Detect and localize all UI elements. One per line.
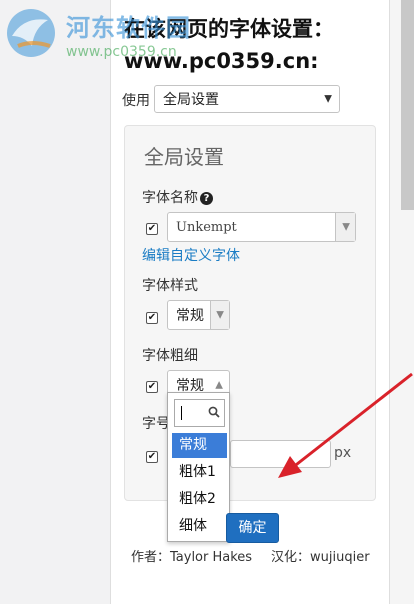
font-name-select-button[interactable]: ▼ — [335, 213, 355, 241]
font-name-checkbox[interactable]: ✔ — [146, 223, 158, 235]
confirm-button[interactable]: 确定 — [226, 513, 279, 543]
dropdown-option[interactable]: 粗体2 — [172, 487, 227, 512]
annotation-arrow-icon — [278, 372, 413, 478]
panel-title: 全局设置 — [144, 145, 224, 169]
font-size-label: 字号 — [142, 416, 170, 432]
help-icon[interactable]: ? — [200, 192, 213, 205]
font-name-select[interactable]: Unkempt ▼ — [167, 212, 356, 242]
font-size-checkbox[interactable]: ✔ — [146, 451, 158, 463]
caret-down-icon: ▼ — [324, 93, 332, 105]
footer-translator: 汉化：wujiuqier — [271, 550, 370, 565]
font-style-checkbox[interactable]: ✔ — [146, 312, 158, 324]
dropdown-option[interactable]: 常规 — [172, 433, 227, 458]
scope-select[interactable]: 全局设置 ▼ — [154, 85, 340, 113]
font-style-label: 字体样式 — [142, 278, 198, 294]
font-weight-label: 字体粗细 — [142, 348, 198, 364]
dropdown-option[interactable]: 细体 — [172, 514, 227, 539]
font-style-value: 常规 — [176, 308, 204, 324]
watermark-logo-icon — [7, 9, 55, 57]
font-weight-checkbox[interactable]: ✔ — [146, 381, 158, 393]
font-name-label: 字体名称? — [142, 187, 213, 207]
scope-label: 使用 — [122, 93, 150, 109]
font-style-select-button[interactable]: ▼ — [210, 301, 229, 329]
caret-up-icon: ▲ — [215, 379, 223, 391]
footer-author: 作者：Taylor Hakes — [131, 550, 253, 565]
scope-select-value: 全局设置 — [163, 92, 219, 108]
scrollbar-thumb[interactable] — [401, 0, 414, 210]
font-name-value: Unkempt — [176, 219, 237, 235]
dropdown-option[interactable]: 粗体1 — [172, 460, 227, 485]
watermark: 河东软件园 www.pc0359.cn — [4, 6, 234, 66]
search-icon — [208, 406, 220, 418]
caret-down-icon: ▼ — [216, 309, 224, 321]
caret-down-icon: ▼ — [342, 221, 350, 233]
font-name-label-text: 字体名称 — [142, 190, 198, 206]
background-left — [0, 0, 110, 604]
text-cursor — [181, 406, 182, 420]
font-style-select[interactable]: 常规 ▼ — [167, 300, 230, 330]
watermark-name: 河东软件园 — [66, 14, 191, 42]
watermark-url: www.pc0359.cn — [66, 44, 177, 60]
font-weight-dropdown: 常规 粗体1 粗体2 细体 — [167, 392, 230, 542]
edit-custom-font-link[interactable]: 编辑自定义字体 — [142, 245, 240, 265]
dropdown-search-input[interactable] — [174, 399, 225, 427]
